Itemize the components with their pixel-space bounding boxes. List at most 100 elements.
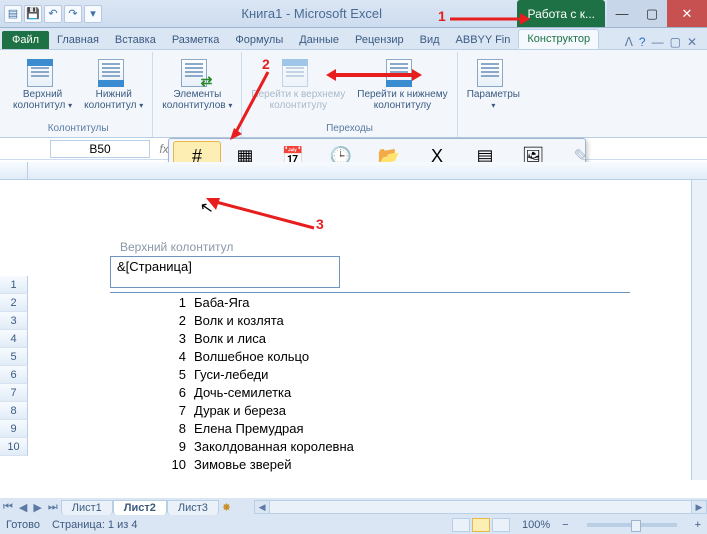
qat-redo-icon[interactable]: ↷ [64,5,82,23]
group-hf-elements: ⇄ Элементыколонтитулов ▾ [153,52,242,137]
row-header[interactable]: 1 [0,276,28,294]
sheet-nav-first-icon[interactable]: ⏮ [0,501,16,514]
table-row[interactable]: 8Елена Премудрая [110,419,630,437]
options-button[interactable]: Параметры▾ [462,54,525,122]
row-header[interactable]: 2 [0,294,28,312]
new-sheet-icon[interactable]: ✸ [219,501,234,514]
options-icon [477,59,503,87]
header-button[interactable]: Верхнийколонтитул ▾ [8,54,77,122]
table-row[interactable]: 1Баба-Яга [110,293,630,311]
table-row[interactable]: 4Волшебное кольцо [110,347,630,365]
row-header[interactable]: 10 [0,438,28,456]
row-header[interactable]: 3 [0,312,28,330]
cell-a[interactable]: 7 [110,403,192,418]
wb-restore-icon[interactable]: ▢ [670,35,681,49]
sheet-nav-prev-icon[interactable]: ◀ [16,501,30,514]
window-close-button[interactable]: ✕ [667,0,707,27]
row-header[interactable]: 9 [0,420,28,438]
tab-abbyy[interactable]: ABBYY Fin [448,31,519,49]
cell-b[interactable]: Елена Премудрая [192,421,630,436]
header-left-box[interactable]: &[Страница] [110,256,340,288]
tab-review[interactable]: Рецензир [347,31,412,49]
goto-footer-icon [386,59,412,87]
name-box[interactable]: B50 [50,140,150,158]
window-maximize-button[interactable]: ▢ [637,0,667,27]
tab-layout[interactable]: Разметка [164,31,228,49]
table-row[interactable]: 5Гуси-лебеди [110,365,630,383]
view-normal-icon[interactable] [452,518,470,532]
goto-header-icon [282,59,308,87]
horizontal-scrollbar[interactable]: ◀ ▶ [254,500,707,514]
sheet-tab-3[interactable]: Лист3 [167,500,219,515]
cell-b[interactable]: Гуси-лебеди [192,367,630,382]
table-row[interactable]: 10Зимовье зверей [110,455,630,473]
cell-b[interactable]: Волк и лиса [192,331,630,346]
table-row[interactable]: 3Волк и лиса [110,329,630,347]
cell-a[interactable]: 6 [110,385,192,400]
goto-footer-button[interactable]: Перейти к нижнемуколонтитулу [352,54,452,122]
hscroll-right-icon[interactable]: ▶ [691,500,707,514]
view-pagebreak-icon[interactable] [492,518,510,532]
cell-a[interactable]: 10 [110,457,192,472]
sheet-tab-2[interactable]: Лист2 [113,500,167,515]
cell-b[interactable]: Дочь-семилетка [192,385,630,400]
title-bar: ▤ 💾 ↶ ↷ ▾ Книга1 - Microsoft Excel Работ… [0,0,707,28]
table-row[interactable]: 2Волк и козлята [110,311,630,329]
vertical-scrollbar[interactable] [691,180,707,480]
help-icon[interactable]: ? [639,35,646,49]
column-headers[interactable] [0,162,707,180]
row-header[interactable]: 7 [0,384,28,402]
zoom-in-icon[interactable]: + [695,519,701,531]
tab-file[interactable]: Файл [2,31,49,49]
cell-a[interactable]: 1 [110,295,192,310]
cell-a[interactable]: 3 [110,331,192,346]
cell-b[interactable]: Дурак и береза [192,403,630,418]
window-minimize-button[interactable]: — [607,0,637,27]
zoom-out-icon[interactable]: − [562,519,568,531]
table-row[interactable]: 7Дурак и береза [110,401,630,419]
qat-customize-icon[interactable]: ▾ [84,5,102,23]
tab-data[interactable]: Данные [291,31,347,49]
wb-minimize-icon[interactable]: — [652,35,664,49]
wb-close-icon[interactable]: ✕ [687,35,697,49]
header-section-label: Верхний колонтитул [110,180,630,256]
cell-a[interactable]: 2 [110,313,192,328]
cell-a[interactable]: 5 [110,367,192,382]
cell-b[interactable]: Зимовье зверей [192,457,630,472]
ribbon-minimize-icon[interactable]: ᐱ [625,35,633,49]
cell-b[interactable]: Волк и козлята [192,313,630,328]
row-header[interactable]: 8 [0,402,28,420]
table-row[interactable]: 6Дочь-семилетка [110,383,630,401]
tab-formulas[interactable]: Формулы [227,31,291,49]
row-header[interactable]: 6 [0,366,28,384]
row-header[interactable]: 5 [0,348,28,366]
cell-a[interactable]: 9 [110,439,192,454]
table-row[interactable]: 9Заколдованная королевна [110,437,630,455]
qat-excel-icon[interactable]: ▤ [4,5,22,23]
goto-header-button: Перейти к верхнемуколонтитулу [246,54,350,122]
footer-icon [98,59,124,87]
tab-design[interactable]: Конструктор [518,29,599,49]
status-page: Страница: 1 из 4 [52,519,138,531]
sheet-nav-last-icon[interactable]: ⏭ [45,501,61,514]
group-label-headers: Колонтитулы [8,122,148,135]
tab-view[interactable]: Вид [412,31,448,49]
zoom-level[interactable]: 100% [522,519,550,531]
footer-button[interactable]: Нижнийколонтитул ▾ [79,54,148,122]
zoom-slider[interactable] [587,523,677,527]
cell-b[interactable]: Баба-Яга [192,295,630,310]
cell-a[interactable]: 8 [110,421,192,436]
qat-undo-icon[interactable]: ↶ [44,5,62,23]
sheet-nav-next-icon[interactable]: ▶ [30,501,44,514]
sheet-tab-1[interactable]: Лист1 [61,500,113,515]
qat-save-icon[interactable]: 💾 [24,5,42,23]
hf-elements-button[interactable]: ⇄ Элементыколонтитулов ▾ [157,54,237,122]
cell-b[interactable]: Заколдованная королевна [192,439,630,454]
cell-a[interactable]: 4 [110,349,192,364]
tab-insert[interactable]: Вставка [107,31,164,49]
tab-home[interactable]: Главная [49,31,107,49]
row-header[interactable]: 4 [0,330,28,348]
hscroll-left-icon[interactable]: ◀ [254,500,270,514]
cell-b[interactable]: Волшебное кольцо [192,349,630,364]
view-pagelayout-icon[interactable] [472,518,490,532]
